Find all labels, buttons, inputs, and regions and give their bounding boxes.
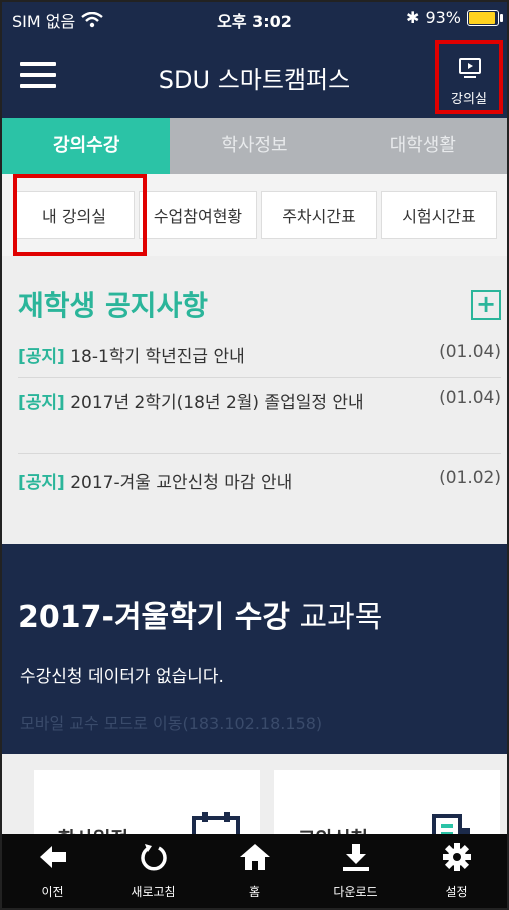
highlight-box bbox=[13, 174, 147, 256]
tab-campus-life[interactable]: 대학생활 bbox=[339, 118, 507, 174]
professor-mode-link[interactable]: 모바일 교수 모드로 이동(183.102.18.158) bbox=[20, 710, 322, 734]
subtab-exam-schedule[interactable]: 시험시간표 bbox=[381, 191, 497, 239]
course-section: 2017-겨울학기 수강 교과목 수강신청 데이터가 없습니다. 모바일 교수 … bbox=[2, 544, 507, 754]
notice-section: 재학생 공지사항 + [공지] 18-1학기 학년진급 안내 (01.04) [… bbox=[18, 284, 501, 504]
notice-text: 18-1학기 학년진급 안내 bbox=[70, 347, 245, 367]
notice-date: (01.04) bbox=[439, 342, 501, 362]
app-frame: SIM 없음 오후 3:02 ✱ 93% SDU 스마트캠퍼스 강의실 강의수강… bbox=[0, 0, 509, 910]
status-bar: SIM 없음 오후 3:02 ✱ 93% bbox=[2, 2, 507, 34]
gear-icon bbox=[442, 843, 471, 871]
card-section: 학사일정 교안신청 bbox=[2, 754, 507, 860]
bluetooth-icon: ✱ bbox=[406, 8, 420, 27]
battery-icon bbox=[467, 9, 503, 26]
subtab-participation[interactable]: 수업참여현황 bbox=[139, 191, 257, 239]
notice-item[interactable]: [공지] 2017년 2학기(18년 2월) 졸업일정 안내 (01.04) bbox=[18, 378, 501, 454]
notice-tag: [공지] bbox=[18, 347, 65, 367]
nav-home[interactable]: 홈 bbox=[204, 834, 305, 908]
notice-text: 2017-겨울 교안신청 마감 안내 bbox=[70, 473, 293, 493]
notice-tag: [공지] bbox=[18, 473, 65, 493]
subtab-weekly-schedule[interactable]: 주차시간표 bbox=[261, 191, 377, 239]
notice-title: 재학생 공지사항 + bbox=[18, 284, 501, 332]
main-tabs: 강의수강 학사정보 대학생활 bbox=[2, 118, 507, 174]
classroom-button[interactable]: 강의실 bbox=[435, 40, 503, 114]
notice-item[interactable]: [공지] 18-1학기 학년진급 안내 (01.04) bbox=[18, 332, 501, 378]
app-header: SDU 스마트캠퍼스 강의실 bbox=[2, 34, 507, 118]
nav-download[interactable]: 다운로드 bbox=[305, 834, 406, 908]
download-icon bbox=[342, 844, 369, 871]
monitor-play-icon bbox=[459, 58, 481, 78]
nav-settings[interactable]: 설정 bbox=[406, 834, 507, 908]
notice-date: (01.04) bbox=[439, 388, 501, 408]
notice-tag: [공지] bbox=[18, 393, 65, 413]
home-icon bbox=[239, 844, 270, 870]
notice-text: 2017년 2학기(18년 2월) 졸업일정 안내 bbox=[70, 393, 364, 413]
plus-icon[interactable]: + bbox=[471, 290, 501, 320]
battery-percent: 93% bbox=[425, 8, 461, 27]
nav-back[interactable]: 이전 bbox=[2, 834, 103, 908]
course-title: 2017-겨울학기 수강 교과목 bbox=[18, 600, 383, 635]
bottom-nav: 이전 새로고침 홈 다운로드 설정 bbox=[2, 834, 507, 908]
tab-academic-info[interactable]: 학사정보 bbox=[170, 118, 338, 174]
course-empty-message: 수강신청 데이터가 없습니다. bbox=[20, 667, 224, 687]
classroom-label: 강의실 bbox=[451, 92, 487, 107]
notice-date: (01.02) bbox=[439, 468, 501, 488]
arrow-left-icon bbox=[39, 846, 66, 868]
refresh-icon bbox=[140, 844, 167, 871]
app-title: SDU 스마트캠퍼스 bbox=[158, 66, 351, 94]
nav-refresh[interactable]: 새로고침 bbox=[103, 834, 204, 908]
tab-lecture[interactable]: 강의수강 bbox=[2, 118, 171, 174]
notice-item[interactable]: [공지] 2017-겨울 교안신청 마감 안내 (01.02) bbox=[18, 454, 501, 504]
